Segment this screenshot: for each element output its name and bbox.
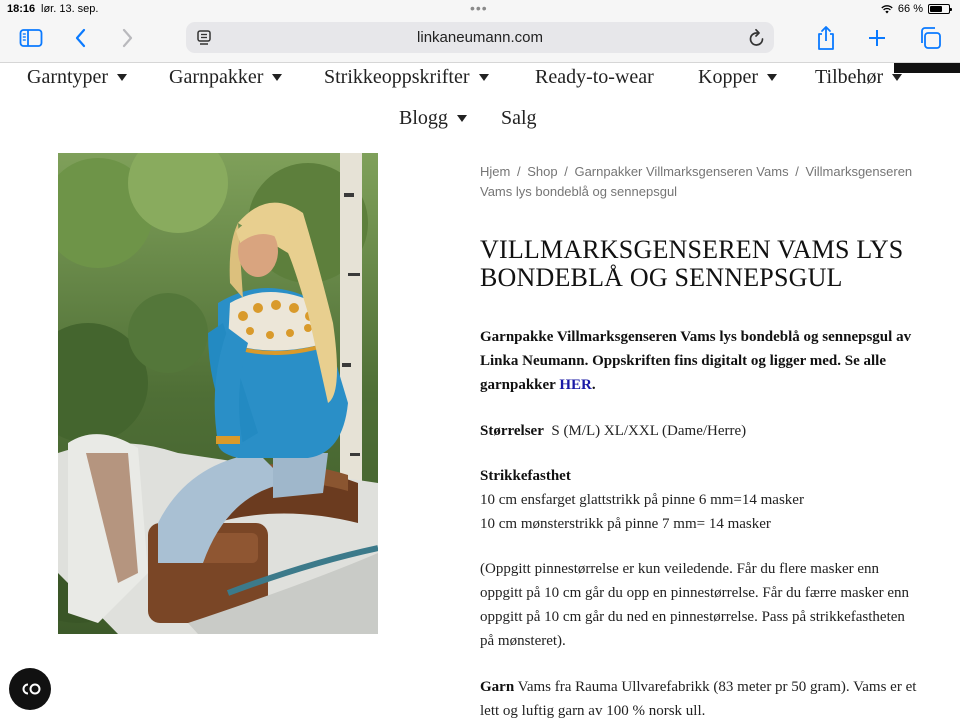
description-text: Garnpakke Villmarksgenseren Vams lys bon…: [480, 329, 912, 393]
address-bar[interactable]: linkaneumann.com: [186, 22, 774, 53]
sidebar-button[interactable]: [18, 25, 44, 51]
sidebar-icon: [19, 29, 43, 47]
battery-icon: [928, 4, 952, 14]
nav-item-ready-to-wear[interactable]: Ready-to-wear: [535, 66, 654, 89]
gauge-line-1: 10 cm ensfarget glattstrikk på pinne 6 m…: [480, 492, 804, 508]
product-title: VILLMARKSGENSEREN VAMS LYS BONDEBLÅ OG S…: [480, 235, 904, 292]
cookie-settings-icon: [22, 683, 41, 695]
chevron-down-icon: [892, 74, 903, 81]
gauge-line-2: 10 cm mønsterstrikk på pinne 7 mm= 14 ma…: [480, 516, 771, 532]
status-right: 66 %: [881, 3, 952, 15]
nav-item-label: Garntyper: [27, 66, 109, 88]
sizes-value: S (M/L) XL/XXL (Dame/Herre): [551, 423, 747, 439]
chevron-down-icon: [272, 74, 283, 81]
browser-chrome: 18:16 lør. 13. sep. ••• 66 % linkaneuman…: [0, 0, 960, 63]
nav-item-kopper[interactable]: Kopper: [698, 66, 777, 89]
nav-item-strikkeoppskrifter[interactable]: Strikkeoppskrifter: [324, 66, 489, 89]
new-tab-icon: [869, 30, 885, 46]
breadcrumb: Hjem / Shop / Garnpakker Villmarksgenser…: [480, 162, 920, 202]
chevron-down-icon: [456, 115, 467, 122]
forward-button[interactable]: [114, 25, 140, 51]
breadcrumb-separator: /: [564, 164, 568, 179]
tabs-overview-icon: [921, 27, 941, 49]
yarn-line: Garn Vams fra Rauma Ullvarefabrikk (83 m…: [480, 675, 920, 720]
all-kits-link[interactable]: HER: [559, 377, 592, 393]
chevron-down-icon: [766, 74, 777, 81]
gauge-block: Strikkefasthet 10 cm ensfarget glattstri…: [480, 464, 920, 536]
wifi-icon: [881, 4, 893, 13]
nav-item-label: Strikkeoppskrifter: [324, 66, 470, 88]
nav-item-label: Tilbehør: [815, 66, 884, 88]
nav-item-label: Blogg: [399, 107, 448, 129]
nav-item-tilbehor[interactable]: Tilbehør: [815, 66, 903, 89]
back-button[interactable]: [68, 25, 94, 51]
chevron-down-icon: [117, 74, 128, 81]
breadcrumb-separator: /: [795, 164, 799, 179]
breadcrumb-link-home[interactable]: Hjem: [480, 164, 510, 179]
breadcrumb-separator: /: [516, 164, 521, 179]
status-date: lør. 13. sep.: [41, 3, 99, 15]
nav-item-label: Ready-to-wear: [535, 66, 654, 88]
nav-item-blogg[interactable]: Blogg: [399, 107, 467, 130]
forward-icon: [122, 28, 133, 48]
yarn-label: Garn: [480, 679, 515, 695]
breadcrumb-link-category[interactable]: Garnpakker Villmarksgenseren Vams: [574, 164, 788, 179]
nav-item-salg[interactable]: Salg: [501, 107, 537, 130]
nav-item-label: Garnpakker: [169, 66, 264, 88]
new-tab-button[interactable]: [864, 25, 890, 51]
sizes-line: Størrelser S (M/L) XL/XXL (Dame/Herre): [480, 419, 920, 443]
url-text[interactable]: linkaneumann.com: [186, 29, 774, 46]
description-end: .: [591, 377, 596, 393]
back-icon: [75, 28, 86, 48]
status-bar: 18:16 lør. 13. sep. ••• 66 %: [0, 0, 960, 18]
battery-percent: 66 %: [897, 3, 923, 15]
product-description: Garnpakke Villmarksgenseren Vams lys bon…: [480, 325, 920, 397]
nav-item-garnpakker[interactable]: Garnpakker: [169, 66, 283, 89]
share-button[interactable]: [813, 25, 839, 51]
yarn-value: Vams fra Rauma Ullvarefabrikk (83 meter …: [480, 679, 917, 719]
status-time: 18:16: [7, 3, 36, 15]
battery-fill: [930, 6, 942, 12]
gauge-label: Strikkefasthet: [480, 468, 571, 484]
sizes-label: Størrelser: [480, 423, 544, 439]
nav-item-label: Salg: [501, 107, 537, 129]
share-icon: [818, 26, 834, 50]
nav-item-garntyper[interactable]: Garntyper: [27, 66, 128, 89]
breadcrumb-link-shop[interactable]: Shop: [527, 164, 557, 179]
cookie-settings-button[interactable]: [9, 668, 51, 710]
site-nav: Garntyper Garnpakker Strikkeoppskrifter …: [0, 63, 960, 163]
chevron-down-icon: [478, 74, 489, 81]
gauge-note: (Oppgitt pinnestørrelse er kun veiledend…: [480, 561, 910, 649]
nav-item-label: Kopper: [698, 66, 758, 88]
multitasking-dots-icon[interactable]: •••: [470, 0, 488, 16]
product-image[interactable]: [58, 153, 378, 634]
product-photo-illustration: [58, 153, 378, 634]
tabs-overview-button[interactable]: [917, 25, 943, 51]
reload-icon[interactable]: [748, 28, 766, 48]
